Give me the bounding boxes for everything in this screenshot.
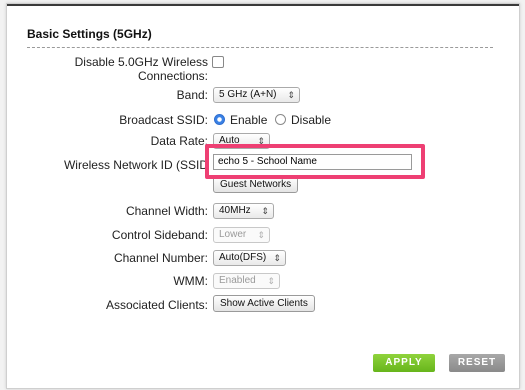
settings-panel: Basic Settings (5GHz) Disable 5.0GHz Wir…: [6, 3, 520, 389]
disable-wireless-label-line1: Disable 5.0GHz Wireless: [74, 55, 208, 69]
channel-width-select[interactable]: 40MHz ⇕: [213, 203, 274, 219]
select-arrows-icon: ⇕: [261, 206, 269, 216]
band-select[interactable]: 5 GHz (A+N) ⇕: [213, 87, 300, 103]
select-arrows-icon: ⇕: [287, 90, 295, 100]
disable-wireless-label-line2: Connections:: [137, 69, 208, 83]
broadcast-ssid-enable-label: Enable: [230, 113, 268, 127]
ssid-highlight-box: [205, 144, 425, 179]
section-divider: [27, 47, 493, 48]
associated-clients-label: Associated Clients:: [105, 298, 208, 312]
data-rate-label: Data Rate:: [150, 134, 208, 148]
select-arrows-icon: ⇕: [267, 276, 275, 286]
wmm-select-value: Enabled: [219, 275, 256, 286]
top-border: [7, 4, 519, 6]
broadcast-ssid-disable-radio[interactable]: [275, 114, 286, 125]
band-label: Band:: [176, 88, 208, 102]
apply-button[interactable]: APPLY: [373, 354, 435, 372]
band-select-value: 5 GHz (A+N): [219, 89, 277, 100]
disable-wireless-label: Disable 5.0GHz Wireless Connections:: [67, 55, 208, 83]
broadcast-ssid-label: Broadcast SSID:: [119, 113, 208, 127]
wmm-select[interactable]: Enabled ⇕: [213, 273, 280, 289]
channel-number-label: Channel Number:: [113, 251, 208, 265]
channel-number-select[interactable]: Auto(DFS) ⇕: [213, 250, 286, 266]
wmm-label: WMM:: [173, 274, 208, 288]
channel-number-select-value: Auto(DFS): [219, 252, 267, 263]
select-arrows-icon: ⇕: [257, 230, 265, 240]
control-sideband-select-value: Lower: [219, 229, 247, 240]
broadcast-ssid-enable-radio[interactable]: [214, 114, 225, 125]
channel-width-label: Channel Width:: [125, 204, 208, 218]
control-sideband-label: Control Sideband:: [111, 228, 208, 242]
show-active-clients-button[interactable]: Show Active Clients: [213, 295, 315, 312]
channel-width-select-value: 40MHz: [219, 205, 251, 216]
network-id-label: Wireless Network ID (SSID: [63, 158, 208, 172]
broadcast-ssid-disable-label: Disable: [291, 113, 332, 127]
reset-button[interactable]: RESET: [449, 354, 505, 372]
select-arrows-icon: ⇕: [273, 253, 281, 263]
control-sideband-select[interactable]: Lower ⇕: [213, 227, 270, 243]
disable-wireless-checkbox[interactable]: [212, 56, 224, 68]
section-title: Basic Settings (5GHz): [27, 27, 152, 41]
